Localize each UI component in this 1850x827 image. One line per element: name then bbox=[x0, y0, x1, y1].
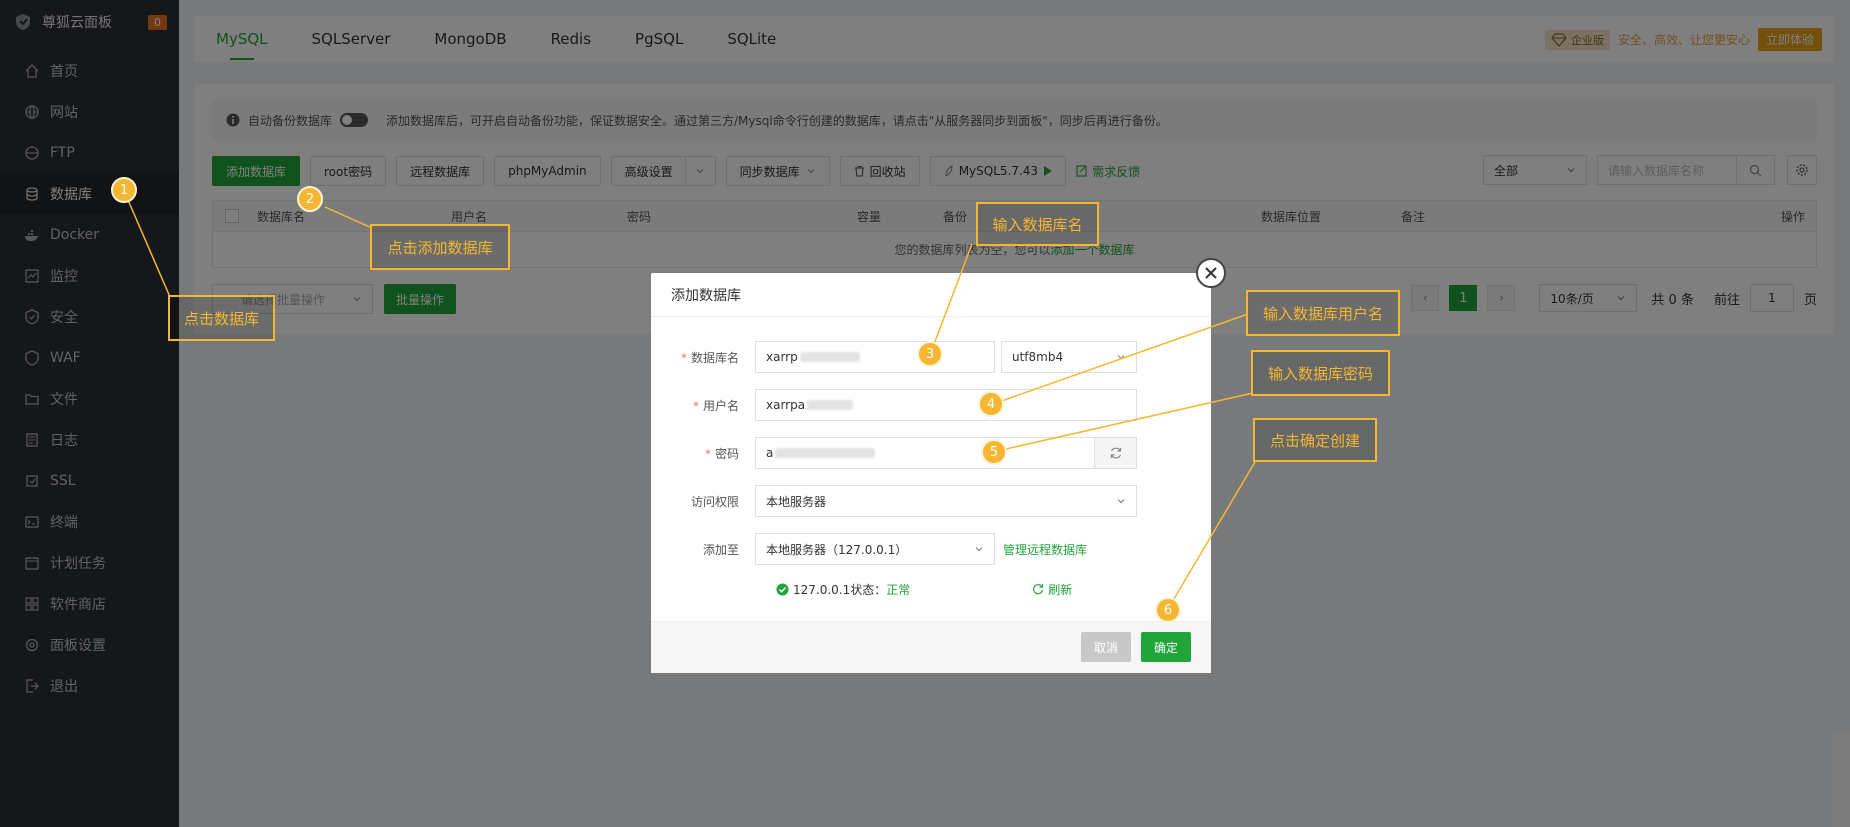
step-marker-1: 1 bbox=[111, 177, 137, 203]
callout-enter-db-password: 输入数据库密码 bbox=[1251, 350, 1390, 396]
callout-enter-db-username: 输入数据库用户名 bbox=[1246, 290, 1400, 336]
step-marker-4: 4 bbox=[978, 391, 1004, 417]
step-marker-6: 6 bbox=[1155, 597, 1181, 623]
callout-click-add-database: 点击添加数据库 bbox=[370, 224, 510, 270]
step-marker-5: 5 bbox=[981, 439, 1007, 465]
annotation-lines bbox=[127, 199, 1256, 610]
callout-click-confirm: 点击确定创建 bbox=[1253, 418, 1377, 462]
callout-enter-db-name: 输入数据库名 bbox=[976, 202, 1099, 246]
step-marker-2: 2 bbox=[297, 186, 323, 212]
step-marker-3: 3 bbox=[917, 341, 943, 367]
callout-click-database: 点击数据库 bbox=[168, 295, 275, 341]
